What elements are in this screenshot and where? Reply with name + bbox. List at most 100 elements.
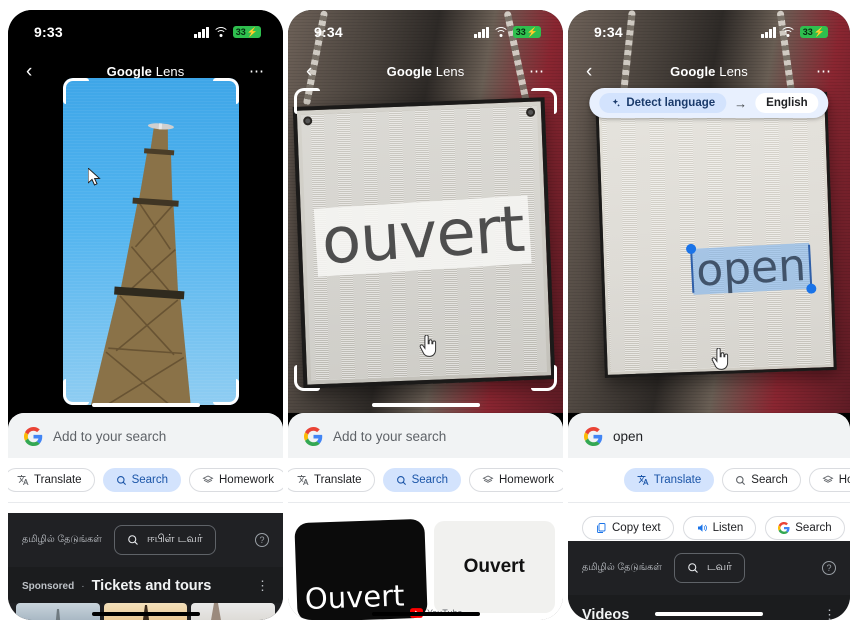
status-bar: 9:33 33 ⚡ [8, 10, 283, 54]
chip-translate[interactable]: Translate [8, 468, 95, 492]
lens-viewport-photo[interactable]: 9:33 33 ⚡ ‹ Google Lens ⋯ [8, 10, 283, 413]
source-language-button[interactable]: Detect language [599, 93, 727, 113]
thumbnail-eiffel-closeup[interactable] [191, 603, 276, 620]
status-bar: 9:34 33 ⚡ [568, 10, 850, 54]
eiffel-silhouette-icon [55, 609, 60, 620]
chip-homework[interactable]: Homework [469, 468, 563, 492]
search-placeholder: Add to your search [333, 429, 447, 444]
search-input[interactable]: Add to your search [288, 413, 563, 458]
chip-search[interactable]: Search [722, 468, 801, 492]
eiffel-tower-shape [66, 118, 236, 405]
status-icons: 33 ⚡ [194, 26, 261, 38]
google-g-logo [304, 427, 323, 446]
back-button[interactable]: ‹ [586, 62, 608, 81]
status-bar: 9:34 33 ⚡ [288, 10, 563, 54]
status-icons: 33 ⚡ [761, 26, 828, 38]
phone-panel-2: ouvert 9:34 33 ⚡ ‹ Google Lens ⋯ Add to … [288, 10, 563, 620]
copy-icon [597, 522, 606, 533]
action-copy-text[interactable]: Copy text [582, 515, 674, 540]
translate-icon [17, 475, 29, 485]
chip-translate[interactable]: Translate [623, 468, 715, 492]
google-g-logo [778, 521, 790, 534]
battery-badge: 33 ⚡ [512, 26, 541, 38]
result-card-dark[interactable]: Ouvert [294, 518, 428, 620]
chip-homework-label: Hom [838, 474, 850, 486]
phone-panel-1: 9:33 33 ⚡ ‹ Google Lens ⋯ Add to your se… [8, 10, 283, 620]
app-title-light: Lens [152, 63, 185, 79]
tamil-search-label: தமிழில் தேடுங்கள் [22, 534, 102, 545]
back-button[interactable]: ‹ [306, 62, 328, 81]
chip-homework-label: Homework [219, 474, 274, 486]
home-indicator [371, 403, 480, 407]
back-button[interactable]: ‹ [26, 62, 48, 81]
chip-search[interactable]: Search [382, 468, 461, 492]
source-language-label: Detect language [626, 97, 716, 109]
tamil-search-input[interactable]: டவர் [673, 553, 745, 583]
search-input[interactable]: open [568, 413, 850, 458]
chip-search-label: Search [131, 474, 168, 486]
battery-level: 33 [515, 27, 526, 37]
app-title-bold: Google [386, 63, 433, 79]
lens-app-bar: ‹ Google Lens ⋯ [288, 54, 563, 88]
help-icon[interactable]: ? [255, 533, 269, 547]
status-clock: 9:34 [314, 24, 343, 40]
result-card-dark-text: Ouvert [304, 578, 406, 616]
thumbnail-paris-skyline[interactable] [16, 603, 100, 620]
kebab-icon[interactable]: ⋮ [256, 579, 269, 592]
tamil-search-label: தமிழில் தேடுங்கள் [582, 562, 662, 573]
homework-icon [202, 475, 214, 483]
speaker-icon [697, 523, 707, 532]
chip-search-label: Search [411, 474, 448, 486]
screenshot-stage: 9:33 33 ⚡ ‹ Google Lens ⋯ Add to your se… [0, 0, 850, 625]
mouse-cursor-hand-icon [419, 335, 437, 357]
action-listen[interactable]: Listen [682, 515, 757, 540]
result-cards: Ouvert Ouvert [288, 513, 563, 620]
chip-homework[interactable]: Hom [808, 468, 850, 492]
chip-translate-label: Translate [653, 474, 702, 486]
overflow-menu-icon[interactable]: ⋯ [243, 62, 265, 80]
translate-icon [637, 475, 649, 485]
tamil-search-row: தமிழில் தேடுங்கள் ஈபிள் டவர் ? [8, 513, 283, 567]
target-language-button[interactable]: English [755, 93, 819, 113]
action-search[interactable]: Search [765, 515, 845, 540]
overflow-menu-icon[interactable]: ⋯ [523, 62, 545, 80]
status-clock: 9:34 [594, 24, 623, 40]
search-icon [736, 475, 746, 485]
sheet-divider [288, 502, 563, 503]
result-card-light-text: Ouvert [463, 556, 525, 577]
charging-bolt-icon: ⚡ [526, 27, 538, 37]
videos-section-header: Videos ⋮ [568, 595, 850, 620]
result-card-light[interactable]: Ouvert [433, 521, 555, 613]
kebab-icon[interactable]: ⋮ [823, 608, 836, 620]
lens-viewport-camera[interactable]: ouvert 9:34 33 ⚡ ‹ Google Lens ⋯ [288, 10, 563, 413]
selected-text-highlight[interactable]: open [685, 240, 817, 297]
search-icon [688, 563, 698, 573]
tamil-search-input[interactable]: ஈபிள் டவர் [113, 525, 216, 555]
help-icon[interactable]: ? [822, 561, 836, 575]
app-title: Google Lens [48, 64, 243, 79]
bottom-sheet-2: Add to your search Translate Search Home… [288, 413, 563, 620]
home-indicator [91, 403, 200, 407]
status-clock: 9:33 [34, 24, 63, 40]
eiffel-tower-photo[interactable] [63, 78, 239, 405]
action-search-label: Search [795, 521, 832, 534]
wifi-icon [214, 27, 228, 38]
search-icon [396, 475, 406, 485]
chip-homework[interactable]: Homework [189, 468, 283, 492]
chip-search[interactable]: Search [102, 468, 181, 492]
home-indicator [371, 612, 480, 616]
sponsored-separator: · [81, 580, 85, 592]
homework-icon [822, 475, 834, 483]
app-title-light: Lens [715, 63, 748, 79]
search-input[interactable]: Add to your search [8, 413, 283, 458]
lens-viewport-translate[interactable]: open 9:34 33 ⚡ ‹ Google Lens ⋯ Detect la… [568, 10, 850, 413]
chip-row-2: Translate Search Homework [288, 458, 563, 502]
search-value: open [613, 429, 644, 444]
chip-translate[interactable]: Translate [288, 468, 375, 492]
overflow-menu-icon[interactable]: ⋯ [810, 62, 832, 80]
mouse-cursor-hand-icon [711, 348, 729, 370]
videos-title: Videos [582, 607, 630, 620]
chip-translate-label: Translate [34, 474, 82, 486]
action-listen-label: Listen [712, 521, 744, 534]
selection-handle-end[interactable] [805, 283, 817, 294]
